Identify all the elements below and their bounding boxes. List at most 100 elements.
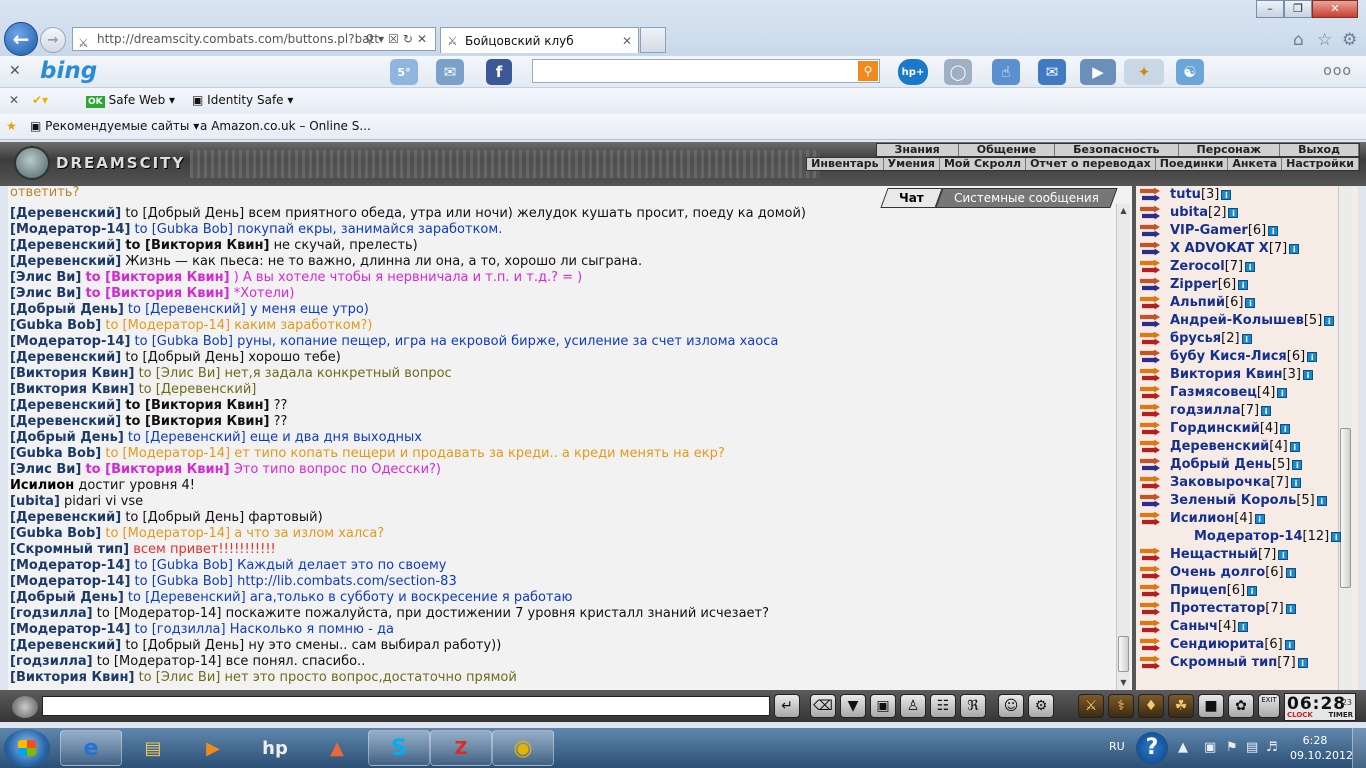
message-nick[interactable]: [Модератор-14] [10, 222, 130, 237]
user-info-icon[interactable]: i [1302, 369, 1313, 380]
taskbar-skype-icon[interactable]: S [368, 730, 430, 766]
message-recipient[interactable]: to [годзилла] [135, 622, 226, 637]
message-recipient[interactable]: to [Добрый День] [125, 350, 244, 365]
tray-network-icon[interactable]: ▤ [1246, 740, 1258, 755]
bing-logo[interactable]: bing [40, 58, 97, 84]
user-name[interactable]: Добрый День [1170, 457, 1272, 472]
user-list-item[interactable]: Заковырочка[7] i [1140, 474, 1301, 492]
game-submenu-item[interactable]: Умения [884, 158, 940, 170]
forward-button[interactable]: → [40, 27, 66, 53]
user-list-item[interactable]: Исилион[4] i [1140, 510, 1265, 528]
user-list-item[interactable]: Прицеп[6] i [1140, 582, 1258, 600]
user-name[interactable]: Гординский [1170, 421, 1260, 436]
user-list-item[interactable]: ubita[2] i [1140, 204, 1239, 222]
user-list-item[interactable]: Андрей-Колышев[5] i [1140, 312, 1335, 330]
tray-flag-icon[interactable]: ⚑ [1226, 740, 1238, 755]
user-name[interactable]: VIP-Gamer [1170, 223, 1248, 238]
user-info-icon[interactable]: i [1290, 477, 1301, 488]
user-info-icon[interactable]: i [1238, 279, 1249, 290]
message-nick[interactable]: [Деревенский] [10, 510, 121, 525]
user-name[interactable]: Сендиюрита [1170, 637, 1264, 652]
user-list-item[interactable]: брусья[2] i [1140, 330, 1252, 348]
sword-button[interactable]: ⚔ [1078, 694, 1104, 718]
back-button[interactable]: ← [4, 22, 38, 56]
mail-icon[interactable]: ✉ [436, 59, 464, 85]
message-nick[interactable]: [Виктория Квин] [10, 366, 134, 381]
user-action-button[interactable]: ♙ [900, 694, 926, 718]
home-icon[interactable]: ⌂ [1293, 30, 1304, 50]
user-name[interactable]: Нещастный [1170, 547, 1258, 562]
message-nick[interactable]: [Элис Ви] [10, 462, 81, 477]
user-name[interactable]: Зеленый Король [1170, 493, 1296, 508]
lock-button[interactable]: ■ [1198, 694, 1224, 718]
people-icon[interactable]: ☯ [1176, 59, 1204, 85]
user-info-icon[interactable]: i [1289, 243, 1300, 254]
taskbar-explorer-icon[interactable]: ▤ [122, 730, 184, 766]
message-recipient[interactable]: to [Элис Ви] [139, 366, 221, 381]
message-nick[interactable]: [Виктория Квин] [10, 670, 134, 685]
game-submenu-item[interactable]: Поединки [1156, 158, 1229, 170]
chat-bubble-icon[interactable]: ✉ [1038, 59, 1066, 85]
settings-gear-icon[interactable]: ⚙ [1342, 30, 1357, 50]
message-recipient[interactable]: to [Деревенский] [128, 430, 246, 445]
taskbar-ie-icon[interactable]: e [60, 730, 122, 766]
game-menu-item[interactable]: Безопасность [1055, 144, 1179, 156]
user-info-icon[interactable]: i [1245, 261, 1256, 272]
user-list-item[interactable]: Zerocol[7] i [1140, 258, 1256, 276]
user-name[interactable]: Андрей-Колышев [1170, 313, 1304, 328]
eraser-button[interactable]: ⌫ [810, 694, 836, 718]
game-menu-item[interactable]: Выход [1280, 144, 1359, 156]
recommended-sites-link[interactable]: ▣ Рекомендуемые сайты ▾ [30, 119, 199, 133]
taskbar-chrome-icon[interactable]: ◉ [492, 730, 554, 766]
user-info-icon[interactable]: i [1228, 207, 1239, 218]
more-icon[interactable]: ooo [1323, 63, 1352, 79]
message-nick[interactable]: [Скромный тип] [10, 542, 129, 557]
game-submenu-item[interactable]: Инвентарь [807, 158, 884, 170]
taskbar-hp-icon[interactable]: hp [244, 730, 306, 766]
system-clock[interactable]: 6:28 09.10.2012 [1290, 733, 1353, 763]
user-info-icon[interactable]: i [1241, 333, 1252, 344]
game-menu-item[interactable]: Общение [959, 144, 1056, 156]
game-menu-item[interactable]: Знания [877, 144, 959, 156]
bag-button[interactable]: ♦ [1138, 694, 1164, 718]
message-recipient[interactable]: to [Модератор-14] [97, 606, 222, 621]
gamepad-icon[interactable]: ◯ [944, 59, 972, 85]
user-info-icon[interactable]: i [1297, 657, 1308, 668]
user-name[interactable]: Альпий [1170, 295, 1225, 310]
message-nick[interactable]: [Деревенский] [10, 238, 121, 253]
tools-icon[interactable]: ✦ [1124, 59, 1164, 85]
users-scroll-thumb[interactable] [1340, 428, 1351, 588]
chat-scroll-thumb[interactable] [1118, 636, 1129, 672]
hp-plus-icon[interactable]: hp+ [898, 59, 928, 85]
address-controls[interactable]: ⚲▾☒↻✕ [365, 28, 431, 50]
send-enter-button[interactable]: ↵ [774, 694, 800, 718]
message-nick[interactable]: [Gubka Bob] [10, 446, 101, 461]
show-desktop-button[interactable] [1352, 728, 1366, 768]
scroll-button[interactable]: ☘ [1168, 694, 1194, 718]
user-name[interactable]: Zerocol [1170, 259, 1225, 274]
filter-button[interactable]: ▼ [840, 694, 866, 718]
message-recipient[interactable]: to [Деревенский] [128, 302, 246, 317]
message-nick[interactable]: [Элис Ви] [10, 286, 81, 301]
message-nick[interactable]: [Модератор-14] [10, 558, 130, 573]
message-nick[interactable]: Исилион [10, 478, 74, 493]
user-info-icon[interactable]: i [1285, 567, 1296, 578]
bing-search-icon[interactable]: ⚲ [858, 61, 878, 81]
message-recipient[interactable]: to [Добрый День] [125, 510, 244, 525]
user-name[interactable]: Модератор-14 [1194, 529, 1303, 544]
message-nick[interactable]: [годзилла] [10, 606, 93, 621]
user-list-item[interactable]: Скромный тип[7] i [1140, 654, 1308, 672]
user-info-icon[interactable]: i [1316, 495, 1327, 506]
user-list-item[interactable]: годзилла[7] i [1140, 402, 1272, 420]
user-info-icon[interactable]: i [1280, 423, 1291, 434]
user-info-icon[interactable]: i [1331, 531, 1342, 542]
message-recipient[interactable]: to [Виктория Квин] [85, 286, 229, 301]
message-recipient[interactable]: to [Модератор-14] [105, 446, 230, 461]
message-nick[interactable]: [Добрый День] [10, 590, 124, 605]
favorites-star-add-icon[interactable]: ★ [6, 119, 17, 133]
message-recipient[interactable]: to [Модератор-14] [105, 526, 230, 541]
address-bar[interactable]: ⚔ http://dreamscity.combats.com/buttons.… [72, 27, 436, 51]
user-list-item[interactable]: Газмясовец[4] i [1140, 384, 1288, 402]
message-recipient[interactable]: to [Элис Ви] [139, 670, 221, 685]
game-submenu-item[interactable]: Отчет о переводах [1026, 158, 1156, 170]
